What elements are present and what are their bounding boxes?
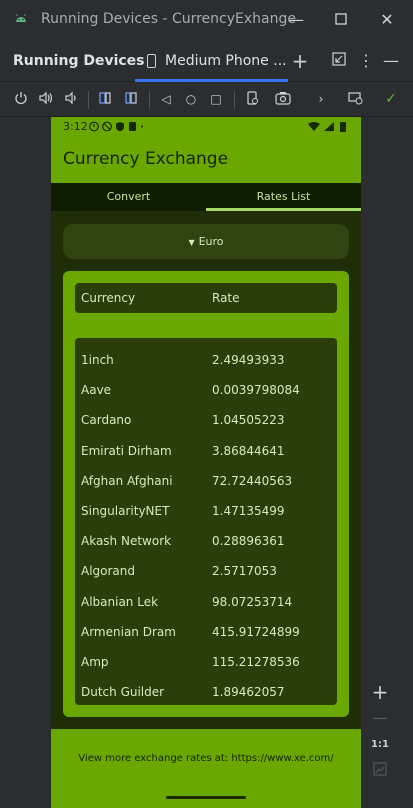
overview-icon[interactable]: □ bbox=[208, 91, 224, 107]
row-currency: Amp bbox=[81, 655, 109, 669]
status-time: 3:12 bbox=[63, 120, 88, 133]
rates-card: Currency Rate 1inch 2.49493933 Aave 0.00397… bbox=[63, 271, 349, 717]
volume-up-icon[interactable] bbox=[38, 91, 54, 107]
row-rate: 3.86844641 bbox=[212, 443, 285, 458]
row-currency: Afghan Afghani bbox=[81, 473, 173, 488]
screenshot-icon[interactable] bbox=[275, 91, 291, 107]
zoom-out-icon[interactable]: — bbox=[366, 706, 394, 730]
dropdown-selected-value: Euro bbox=[198, 235, 224, 248]
row-currency: Armenian Dram bbox=[81, 624, 176, 639]
row-rate: 1.04505223 bbox=[212, 413, 285, 428]
device-toolbar: ◁ ○ □ › ✓ bbox=[0, 83, 413, 117]
phone-icon bbox=[147, 54, 156, 68]
row-rate: 2.5717053 bbox=[212, 564, 277, 579]
chevron-right-icon[interactable]: › bbox=[313, 91, 329, 107]
footer-link-text[interactable]: View more exchange rates at: https://www… bbox=[51, 753, 361, 764]
currency-dropdown[interactable]: ▼ Euro bbox=[63, 224, 349, 259]
tab-label: Medium Phone ... bbox=[165, 53, 287, 69]
home-icon[interactable]: ○ bbox=[183, 91, 199, 107]
row-currency: Cardano bbox=[81, 413, 132, 428]
status-notification-icons bbox=[89, 121, 143, 132]
app-bar: Currency Exchange bbox=[51, 137, 361, 183]
rates-content: ▼ Euro Currency Rate 1inch 2.49493933 Aave 0… bbox=[51, 211, 361, 729]
row-rate: 72.72440563 bbox=[212, 473, 293, 488]
table-row: Aave 0.0039798084 bbox=[75, 375, 337, 405]
tool-window-title: Running Devices bbox=[13, 53, 145, 69]
back-icon[interactable]: ◁ bbox=[158, 91, 174, 107]
minimize-icon[interactable]: — bbox=[286, 10, 306, 30]
tab-rates-list[interactable]: Rates List bbox=[206, 183, 361, 211]
window-title-bar: Running Devices - CurrencyExhange — ✕ bbox=[0, 0, 413, 40]
app-title: Currency Exchange bbox=[63, 149, 229, 169]
gesture-bar[interactable] bbox=[166, 796, 246, 799]
table-row: Akash Network 0.28896361 bbox=[75, 526, 337, 556]
table-row: SingularityNET 1.47135499 bbox=[75, 496, 337, 526]
power-icon[interactable] bbox=[13, 91, 29, 107]
row-rate: 1.89462057 bbox=[212, 685, 285, 700]
zoom-controls: + — 1:1 bbox=[366, 676, 394, 788]
table-row: Emirati Dirham 3.86844641 bbox=[75, 436, 337, 466]
toolbar-separator bbox=[149, 91, 150, 109]
row-rate: 98.07253714 bbox=[212, 594, 293, 609]
zoom-fit-icon[interactable] bbox=[366, 759, 394, 783]
table-row: Cardano 1.04505223 bbox=[75, 405, 337, 435]
row-rate: 415.91724899 bbox=[212, 624, 300, 639]
maximize-icon[interactable] bbox=[331, 10, 351, 30]
status-system-icons bbox=[308, 122, 346, 132]
phone-screen[interactable]: 3:12 Currency Exchange Convert Rates Lis… bbox=[51, 117, 361, 808]
android-icon bbox=[16, 14, 26, 22]
more-options-icon[interactable]: ⋮ bbox=[357, 52, 375, 70]
row-currency: Emirati Dirham bbox=[81, 443, 172, 458]
row-currency: Aave bbox=[81, 383, 112, 398]
rotate-left-icon[interactable] bbox=[97, 91, 113, 107]
tab-row: Convert Rates List bbox=[51, 183, 361, 211]
check-icon[interactable]: ✓ bbox=[383, 91, 399, 107]
tool-window-header: Running Devices Medium Phone ... + ⋮ — bbox=[0, 40, 413, 82]
row-currency: Akash Network bbox=[81, 534, 172, 549]
row-rate: 0.0039798084 bbox=[212, 383, 300, 398]
tab-convert[interactable]: Convert bbox=[51, 183, 206, 211]
volume-down-icon[interactable] bbox=[63, 91, 79, 107]
rates-list[interactable]: 1inch 2.49493933 Aave 0.0039798084 Cardano 1.… bbox=[75, 338, 337, 705]
table-header: Currency Rate bbox=[75, 283, 337, 313]
header-rate: Rate bbox=[212, 291, 240, 305]
row-currency: Algorand bbox=[81, 564, 136, 579]
table-row: Algorand 2.5717053 bbox=[75, 556, 337, 586]
hide-panel-icon[interactable]: — bbox=[382, 52, 400, 70]
tab-medium-phone[interactable]: Medium Phone ... bbox=[135, 40, 288, 82]
add-tab-icon[interactable]: + bbox=[291, 51, 309, 71]
table-row: Dutch Guilder 1.89462057 bbox=[75, 677, 337, 707]
header-currency: Currency bbox=[81, 291, 136, 305]
device-settings-icon[interactable] bbox=[244, 91, 260, 107]
table-row: Amp 115.21278536 bbox=[75, 647, 337, 677]
row-rate: 2.49493933 bbox=[212, 353, 285, 367]
zoom-in-icon[interactable]: + bbox=[366, 680, 394, 704]
dropdown-arrow-icon: ▼ bbox=[188, 238, 195, 247]
rotate-right-icon[interactable] bbox=[123, 91, 139, 107]
mirror-display-icon[interactable] bbox=[348, 91, 364, 107]
toolbar-separator bbox=[88, 91, 89, 109]
row-currency: 1inch bbox=[81, 353, 114, 367]
status-bar: 3:12 bbox=[51, 117, 361, 137]
window-title: Running Devices - CurrencyExhange bbox=[41, 11, 296, 27]
row-currency: Dutch Guilder bbox=[81, 685, 165, 700]
toolbar-separator bbox=[234, 91, 235, 109]
table-row: Albanian Lek 98.07253714 bbox=[75, 587, 337, 617]
table-row: Armenian Dram 415.91724899 bbox=[75, 617, 337, 647]
table-row: 1inch 2.49493933 bbox=[75, 345, 337, 375]
footer: View more exchange rates at: https://www… bbox=[51, 729, 361, 808]
row-rate: 1.47135499 bbox=[212, 504, 285, 518]
table-row: Afghan Afghani 72.72440563 bbox=[75, 466, 337, 496]
close-icon[interactable]: ✕ bbox=[377, 10, 397, 30]
row-currency: SingularityNET bbox=[81, 504, 170, 518]
restore-layout-icon[interactable] bbox=[330, 52, 348, 70]
row-rate: 0.28896361 bbox=[212, 534, 285, 549]
zoom-actual-size-button[interactable]: 1:1 bbox=[366, 733, 394, 757]
row-rate: 115.21278536 bbox=[212, 655, 300, 669]
row-currency: Albanian Lek bbox=[81, 594, 159, 609]
